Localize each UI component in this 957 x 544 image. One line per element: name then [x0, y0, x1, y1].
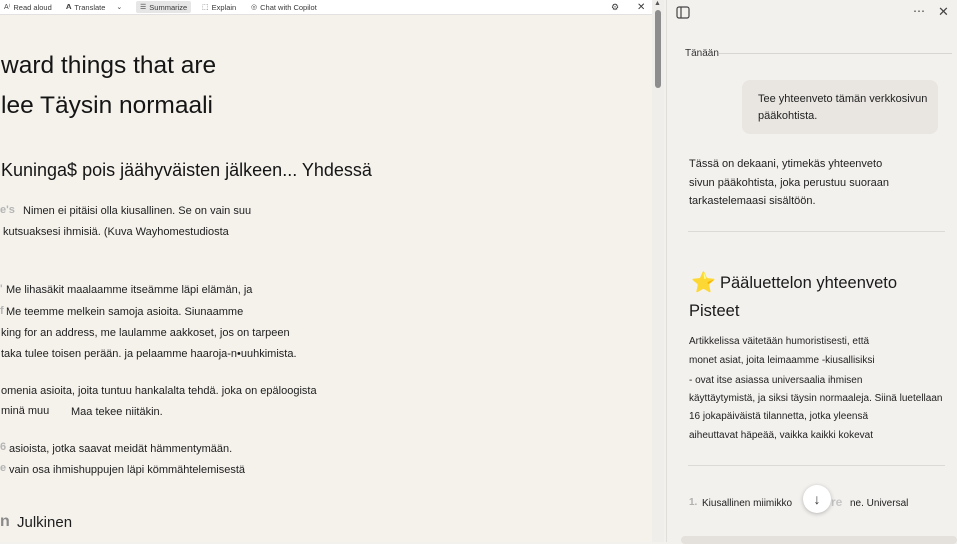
summarize-icon: ☰ [140, 4, 147, 11]
star-icon: ⭐ [691, 272, 716, 294]
summary-body-line: - ovat itse asiassa universaalia ihmisen [689, 375, 863, 386]
copilot-pane: ⋯ ✕ Tänään Tee yhteenveto tämän verkkosi… [666, 0, 957, 544]
ghost-text: f [0, 305, 4, 317]
close-reader-icon[interactable]: ✕ [637, 1, 645, 13]
sidebar-icon[interactable] [676, 6, 690, 21]
explain-label: Explain [211, 2, 237, 12]
summary-body-line: aiheuttavat häpeää, vaikka kaikki kokeva… [689, 430, 873, 441]
divider [688, 231, 945, 232]
reply-line: tarkastelemaasi sisältöön. [689, 195, 816, 207]
paragraph-line: taka tulee toisen perään. ja pelaamme ha… [1, 348, 297, 360]
list-item-text: Kiusallinen miimikko [702, 498, 793, 509]
paragraph-line: minä muu [1, 405, 50, 417]
summary-body-line: monet asiat, joita leimaamme -kiusallisi… [689, 355, 875, 366]
scroll-down-button[interactable]: ↓ [803, 485, 831, 513]
user-message-bubble: Tee yhteenveto tämän verkkosivun pääkoht… [742, 80, 938, 134]
summary-body-line: 16 jokapäiväistä tilannetta, jotka yleen… [689, 411, 869, 422]
chat-label: Chat with Copilot [260, 2, 317, 12]
summarize-label: Summarize [149, 2, 188, 12]
reply-line: Tässä on dekaani, ytimekäs yhteenveto [689, 158, 883, 170]
paragraph-line: Me teemme melkein samoja asioita. Siunaa… [6, 306, 244, 318]
scroll-up-icon[interactable]: ▲ [654, 0, 661, 7]
summary-body-line: käyttäytymistä, ja siksi täysin normaale… [689, 393, 943, 404]
summary-heading: Pääluettelon yhteenveto [720, 274, 898, 292]
chat-icon: ◎ [251, 4, 258, 11]
scrollbar-thumb[interactable] [655, 10, 661, 88]
explain-icon: ⬚ [202, 4, 209, 11]
translate-label: Translate [74, 2, 106, 12]
composer-edge [681, 536, 957, 544]
explain-button[interactable]: ⬚ Explain [202, 1, 236, 13]
arrow-down-icon: ↓ [813, 491, 821, 507]
close-icon[interactable]: ✕ [938, 5, 949, 18]
chevron-down-icon[interactable]: ⌄ [116, 3, 122, 11]
list-number: 1. [689, 497, 698, 508]
paragraph-line: Maa tekee niitäkin. [71, 406, 163, 418]
divider [688, 465, 945, 466]
translate-button[interactable]: 𝗔 Translate ⌄ [66, 1, 122, 13]
paragraph-line: vain osa ihmishuppujen läpi kömmähtelemi… [9, 464, 246, 476]
settings-icon[interactable]: ⚙ [611, 1, 619, 13]
date-separator-line [719, 53, 952, 54]
ghost-text: n [0, 513, 10, 530]
section-title: Julkinen [17, 514, 73, 531]
translate-icon: 𝗔 [66, 4, 72, 11]
chat-with-copilot-button[interactable]: ◎ Chat with Copilot [251, 1, 317, 13]
article-headline-line2: lee Täysin normaali [1, 92, 213, 119]
paragraph-line: king for an address, me laulamme aakkose… [1, 327, 290, 339]
more-icon[interactable]: ⋯ [913, 5, 925, 18]
list-item-ghost-text: re [831, 495, 843, 509]
ghost-text: e's [0, 204, 15, 216]
paragraph-line: omenia asioita, joita tuntuu hankalalta … [1, 385, 317, 397]
user-message-line: pääkohtista. [758, 110, 818, 122]
reader-toolbar: A⁾ Read aloud 𝗔 Translate ⌄ ☰ Summarize … [0, 0, 652, 15]
paragraph-line: Nimen ei pitäisi olla kiusallinen. Se on… [23, 205, 252, 217]
read-aloud-icon: A⁾ [4, 4, 11, 11]
reader-pane: A⁾ Read aloud 𝗔 Translate ⌄ ☰ Summarize … [0, 0, 664, 542]
read-aloud-button[interactable]: A⁾ Read aloud [4, 1, 52, 13]
reply-line: sivun pääkohtista, joka perustuu suoraan [689, 177, 889, 189]
points-heading: Pisteet [689, 302, 740, 320]
ghost-text: e [0, 462, 7, 474]
list-item-text: ne. Universal [850, 498, 909, 509]
summarize-button[interactable]: ☰ Summarize [136, 1, 192, 13]
article-headline-line1: ward things that are [1, 52, 217, 79]
paragraph-line: kutsuaksesi ihmisiä. (Kuva Wayhomestudio… [3, 226, 229, 238]
date-separator-label: Tänään [685, 48, 719, 59]
user-message-line: Tee yhteenveto tämän verkkosivun [758, 93, 928, 105]
paragraph-line: Me lihasäkit maalaamme itseämme läpi elä… [6, 284, 253, 296]
read-aloud-label: Read aloud [13, 2, 52, 12]
paragraph-line: asioista, jotka saavat meidät hämmentymä… [9, 443, 233, 455]
ghost-text: 6 [0, 441, 7, 453]
summary-body-line: Artikkelissa väitetään humoristisesti, e… [689, 336, 870, 347]
ghost-text: ' [0, 283, 3, 295]
article-subheading: Kuninga$ pois jäähyväisten jälkeen... Yh… [1, 160, 372, 180]
